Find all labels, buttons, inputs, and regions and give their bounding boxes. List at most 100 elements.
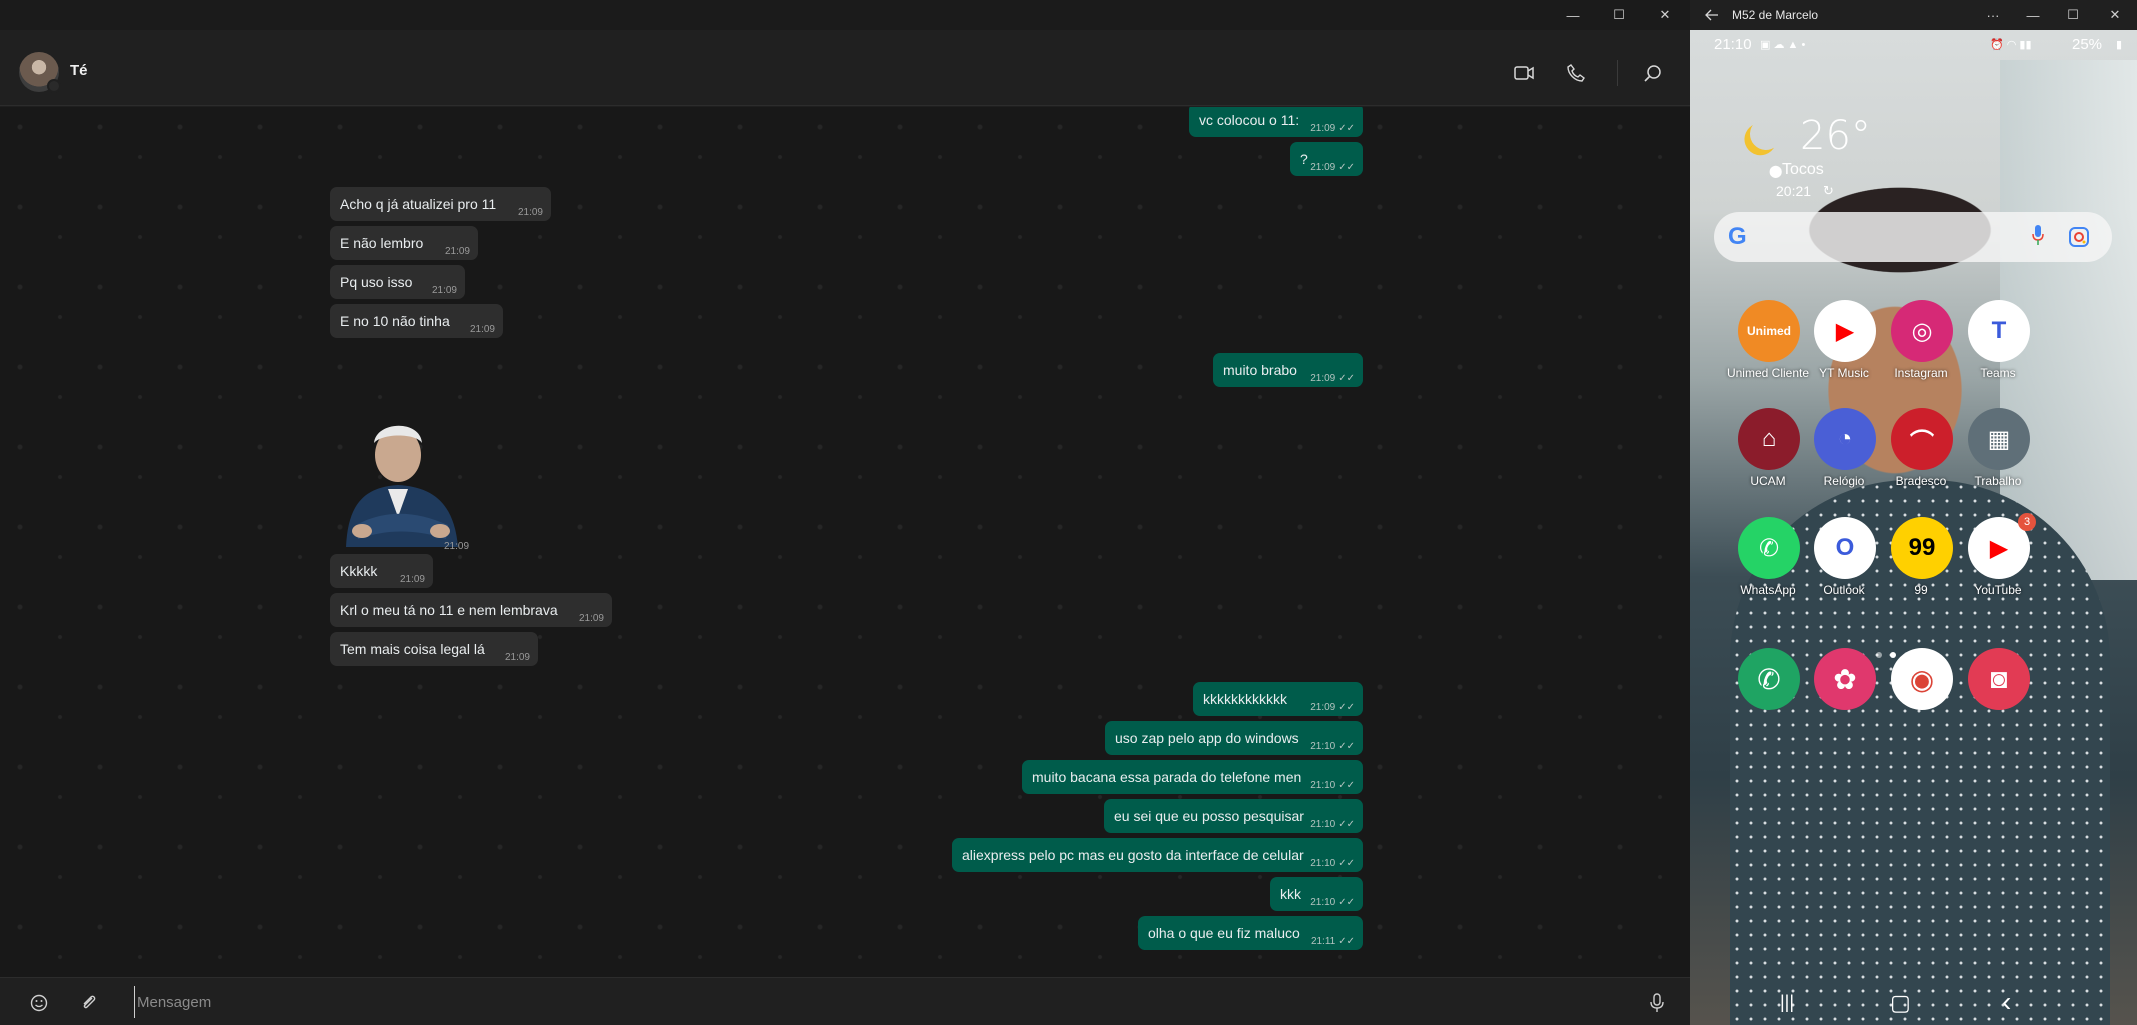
app-instagram[interactable]: ◎ Instagram: [1881, 300, 1961, 400]
app-whatsapp[interactable]: ✆ WhatsApp: [1728, 517, 1808, 617]
moon-icon[interactable]: [1745, 113, 1786, 154]
app-outlook[interactable]: O Outlook: [1804, 517, 1884, 617]
app-unimed[interactable]: Unimed Unimed Cliente: [1727, 300, 1809, 400]
battery-icon: ▮: [2116, 39, 2123, 51]
outgoing-message-bubble[interactable]: kkkkkkkkkkkk 21:09 ✓✓: [1193, 682, 1363, 716]
app-youtube[interactable]: ▶ 3 YouTube: [1958, 513, 2038, 617]
outgoing-message-bubble[interactable]: muito brabo 21:09 ✓✓: [1213, 353, 1363, 387]
emoji-icon[interactable]: [26, 990, 52, 1016]
app-glyph: Unimed: [1746, 324, 1791, 338]
message-text: E no 10 não tinha: [340, 313, 450, 329]
outgoing-message-bubble[interactable]: eu sei que eu posso pesquisar 21:10 ✓✓: [1104, 799, 1363, 833]
incoming-message-bubble[interactable]: Acho q já atualizei pro 11 21:09: [330, 187, 551, 221]
message-text: muito brabo: [1223, 362, 1297, 378]
home-button[interactable]: ▢: [1890, 990, 1911, 1016]
yt-music-icon: ▶: [1814, 300, 1876, 362]
back-button[interactable]: ‹: [2002, 986, 2011, 1018]
outgoing-message-bubble[interactable]: vc colocou o 11: 21:09 ✓✓: [1189, 107, 1363, 137]
search-icon[interactable]: [1638, 58, 1668, 88]
video-call-icon[interactable]: [1509, 58, 1539, 88]
outgoing-message-bubble[interactable]: uso zap pelo app do windows 21:10 ✓✓: [1105, 721, 1363, 755]
app-yt-music[interactable]: ▶ YT Music: [1804, 300, 1884, 400]
dock-chrome[interactable]: ◉: [1881, 648, 1961, 748]
app-glyph: ◔: [1837, 425, 1853, 452]
sticker-image[interactable]: [336, 407, 471, 547]
incoming-message-bubble[interactable]: Kkkkk 21:09: [330, 554, 433, 588]
recents-button[interactable]: |||: [1780, 992, 1794, 1013]
dock-blossom[interactable]: ✿: [1804, 648, 1884, 748]
back-arrow-icon[interactable]: [1690, 0, 1734, 30]
chat-header: Té: [0, 30, 1690, 106]
message-time: 21:09: [504, 652, 530, 663]
phone-minimize-button[interactable]: —: [2011, 0, 2055, 30]
outgoing-message-bubble[interactable]: kkk 21:10 ✓✓: [1270, 877, 1363, 911]
minimize-button[interactable]: —: [1551, 0, 1595, 30]
composer-bar: [0, 977, 1690, 1025]
app-glyph: T: [1991, 317, 2007, 344]
app-folder[interactable]: ▦ Trabalho: [1958, 408, 2038, 508]
dock-phone[interactable]: ✆: [1728, 648, 1808, 748]
app-app-99[interactable]: 99 99: [1881, 517, 1961, 617]
message-timestamp: 21:10 ✓✓: [1310, 741, 1355, 753]
outgoing-message-bubble[interactable]: ? 21:09 ✓✓: [1290, 142, 1363, 176]
message-timestamp: 21:09: [432, 285, 457, 297]
attach-icon[interactable]: [76, 990, 102, 1016]
message-text: aliexpress pelo pc mas eu gosto da inter…: [962, 847, 1304, 863]
incoming-message-bubble[interactable]: Tem mais coisa legal lá 21:09: [330, 632, 538, 666]
incoming-message-bubble[interactable]: Pq uso isso 21:09: [330, 265, 465, 299]
bradesco-icon: ⌒: [1891, 408, 1953, 470]
ucam-icon: ⌂: [1738, 408, 1800, 470]
voice-search-icon[interactable]: [2032, 224, 2044, 251]
dock-camera[interactable]: ◙: [1958, 648, 2038, 748]
message-time: 21:09: [1310, 373, 1336, 384]
microphone-icon[interactable]: [1644, 990, 1670, 1016]
app-glyph: ⌒: [1910, 428, 1934, 456]
message-list[interactable]: vc colocou o 11: 21:09 ✓✓? 21:09 ✓✓ Acho q já…: [0, 107, 1690, 977]
message-timestamp: 21:09: [445, 246, 470, 258]
outgoing-message-bubble[interactable]: muito bacana essa parada do telefone men…: [1022, 760, 1363, 794]
app-glyph: ▶: [1989, 534, 2009, 562]
message-timestamp: 21:10 ✓✓: [1310, 858, 1355, 870]
app-teams[interactable]: T Teams: [1958, 300, 2038, 400]
message-text: kkkkkkkkkkkk: [1203, 691, 1287, 707]
more-options-icon[interactable]: ···: [1971, 0, 2015, 30]
google-search-bar[interactable]: G: [1714, 212, 2112, 262]
phone-titlebar: M52 de Marcelo ··· — ☐ ✕: [1690, 0, 2137, 30]
incoming-message-bubble[interactable]: E não lembro 21:09: [330, 226, 478, 260]
close-button[interactable]: ✕: [1643, 0, 1687, 30]
message-input[interactable]: [134, 986, 1634, 1018]
weather-temperature[interactable]: 26°: [1800, 113, 1871, 159]
app-clock[interactable]: ◔ Relógio: [1804, 408, 1884, 508]
app-ucam[interactable]: ⌂ UCAM: [1728, 408, 1808, 508]
camera-icon: ◙: [1968, 648, 2030, 710]
phone-window-title: M52 de Marcelo: [1732, 8, 1819, 22]
contact-name[interactable]: Té: [70, 62, 88, 79]
phone-maximize-button[interactable]: ☐: [2051, 0, 2095, 30]
message-text: E não lembro: [340, 235, 424, 251]
message-time: 21:09: [469, 324, 495, 335]
google-lens-icon[interactable]: [2068, 226, 2090, 253]
teams-icon: T: [1968, 300, 2030, 362]
message-text: vc colocou o 11:: [1199, 112, 1300, 128]
read-receipt-icon: ✓✓: [1338, 897, 1355, 908]
maximize-button[interactable]: ☐: [1597, 0, 1641, 30]
weather-location[interactable]: Tocos: [1782, 161, 1824, 179]
refresh-icon[interactable]: ↻: [1823, 183, 1834, 199]
outgoing-message-bubble[interactable]: olha o que eu fiz maluco 21:11 ✓✓: [1138, 916, 1363, 950]
read-receipt-icon: ✓✓: [1338, 702, 1355, 713]
phone-close-button[interactable]: ✕: [2093, 0, 2137, 30]
message-timestamp: 21:09 ✓✓: [1310, 162, 1355, 174]
app-bradesco[interactable]: ⌒ Bradesco: [1881, 408, 1961, 508]
message-timestamp: 21:09 ✓✓: [1310, 373, 1355, 385]
clock-icon: ◔: [1814, 408, 1876, 470]
message-text: Pq uso isso: [340, 274, 413, 290]
incoming-message-bubble[interactable]: E no 10 não tinha 21:09: [330, 304, 503, 338]
outgoing-message-bubble[interactable]: aliexpress pelo pc mas eu gosto da inter…: [952, 838, 1363, 872]
read-receipt-icon: ✓✓: [1338, 373, 1355, 384]
message-timestamp: 21:09: [518, 207, 543, 219]
message-text: olha o que eu fiz maluco: [1148, 925, 1300, 941]
status-ring-icon: [47, 79, 61, 93]
incoming-message-bubble[interactable]: Krl o meu tá no 11 e nem lembrava 21:09: [330, 593, 612, 627]
phone-screen[interactable]: 21:10 ▣ ☁ ▲ • ⏰ ◠ ▮▮ 25% ▮ 26° ⬤ Tocos 2…: [1690, 30, 2137, 1025]
voice-call-icon[interactable]: [1561, 58, 1591, 88]
